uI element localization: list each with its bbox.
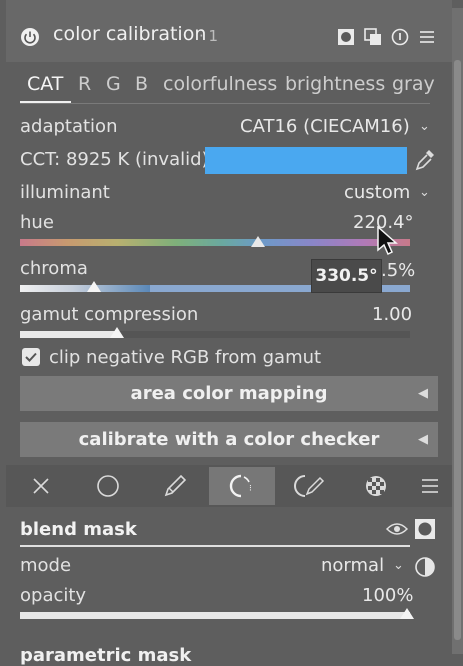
display-mask-icon[interactable] bbox=[414, 518, 436, 540]
clip-negative-label: clip negative RGB from gamut bbox=[49, 347, 322, 368]
svg-text:⁝: ⁝ bbox=[249, 484, 252, 494]
adaptation-label: adaptation bbox=[20, 116, 118, 137]
blend-mask-title: blend mask bbox=[20, 519, 137, 540]
area-color-mapping-section[interactable]: area color mapping bbox=[20, 376, 438, 411]
module-title: color calibration bbox=[53, 23, 207, 45]
tab-g[interactable]: G bbox=[106, 73, 121, 95]
parametric-mask-heading: parametric mask bbox=[20, 645, 192, 666]
mask-off-icon[interactable] bbox=[8, 467, 74, 505]
tab-cat[interactable]: CAT bbox=[27, 73, 63, 95]
illuminant-value[interactable]: custom bbox=[344, 182, 410, 203]
opacity-slider-handle[interactable] bbox=[400, 608, 414, 619]
polarity-icon[interactable] bbox=[414, 556, 436, 578]
module-instance: · 1 bbox=[199, 27, 219, 45]
eye-icon[interactable] bbox=[386, 520, 408, 538]
tabs-divider bbox=[20, 103, 430, 104]
collapse-arrow-icon[interactable]: ◀ bbox=[418, 432, 428, 447]
tab-brightness[interactable]: brightness bbox=[285, 73, 385, 95]
chevron-down-icon[interactable]: ⌄ bbox=[419, 185, 430, 200]
opacity-slider-track[interactable] bbox=[20, 612, 410, 619]
illuminant-label: illuminant bbox=[20, 182, 110, 203]
uniform-mask-icon[interactable] bbox=[75, 467, 141, 505]
opacity-label: opacity bbox=[20, 585, 87, 606]
hue-label: hue bbox=[20, 212, 54, 233]
chevron-down-icon[interactable]: ⌄ bbox=[419, 119, 430, 134]
presets-icon[interactable] bbox=[364, 28, 382, 46]
raster-mask-icon[interactable] bbox=[343, 467, 409, 505]
scrollbar-thumb[interactable] bbox=[454, 60, 461, 640]
tab-colorfulness[interactable]: colorfulness bbox=[163, 73, 277, 95]
hue-slider-track[interactable] bbox=[20, 239, 410, 246]
gamut-compression-fill bbox=[20, 331, 117, 338]
mask-toggle-icon[interactable] bbox=[337, 28, 355, 46]
tab-r[interactable]: R bbox=[78, 73, 91, 95]
blend-menu-icon[interactable] bbox=[410, 467, 450, 505]
calibrate-color-checker-section[interactable]: calibrate with a color checker bbox=[20, 422, 438, 457]
tab-gray[interactable]: gray bbox=[392, 73, 435, 95]
cct-readout: CCT: 8925 K (invalid) bbox=[20, 149, 209, 170]
power-icon[interactable] bbox=[20, 27, 40, 47]
hamburger-menu-icon[interactable] bbox=[418, 28, 436, 46]
drawn-mask-icon[interactable] bbox=[142, 467, 208, 505]
gamut-compression-value: 1.00 bbox=[372, 304, 413, 325]
mode-label: mode bbox=[20, 555, 72, 576]
area-color-mapping-label: area color mapping bbox=[130, 383, 328, 404]
gamut-compression-label: gamut compression bbox=[20, 304, 199, 325]
mouse-cursor-icon bbox=[376, 225, 398, 256]
tab-b[interactable]: B bbox=[135, 73, 148, 95]
mode-value[interactable]: normal bbox=[321, 555, 384, 576]
illuminant-color-swatch[interactable] bbox=[205, 147, 407, 174]
clip-negative-checkbox[interactable] bbox=[22, 348, 40, 366]
chevron-down-icon[interactable]: ⌄ bbox=[393, 558, 404, 573]
color-picker-icon[interactable] bbox=[414, 148, 436, 172]
calibrate-color-checker-label: calibrate with a color checker bbox=[78, 429, 380, 450]
drawn-parametric-mask-icon[interactable] bbox=[276, 467, 342, 505]
hue-tooltip: 330.5° bbox=[311, 259, 382, 293]
adaptation-value[interactable]: CAT16 (CIECAM16) bbox=[240, 116, 410, 137]
parametric-mask-icon[interactable]: ⁝ bbox=[209, 467, 275, 505]
gamut-compression-handle[interactable] bbox=[110, 327, 124, 338]
chroma-label: chroma bbox=[20, 258, 88, 279]
opacity-value: 100% bbox=[362, 585, 414, 606]
collapse-arrow-icon[interactable]: ◀ bbox=[418, 386, 428, 401]
reset-icon[interactable] bbox=[391, 28, 409, 46]
hue-slider-handle[interactable] bbox=[251, 236, 265, 247]
blend-mask-divider bbox=[20, 545, 410, 547]
chroma-slider-fill bbox=[20, 285, 150, 292]
chroma-value: .5% bbox=[381, 260, 416, 281]
chroma-slider-handle[interactable] bbox=[87, 281, 101, 292]
